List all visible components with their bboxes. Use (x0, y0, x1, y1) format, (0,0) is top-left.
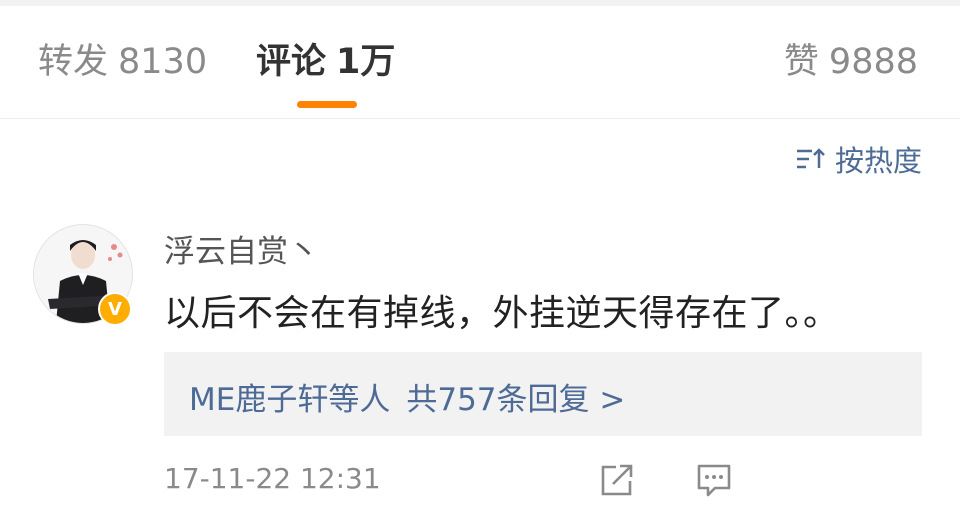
tab-comment-label: 评论 (256, 42, 327, 82)
share-button[interactable] (598, 462, 636, 502)
sort-icon (796, 148, 825, 169)
sort-by-hot-button[interactable]: 按热度 (795, 140, 922, 178)
comment-username[interactable]: 浮云自赏丶 (164, 226, 319, 271)
tab-comment[interactable]: 评论 1万 (256, 40, 395, 84)
tab-forward[interactable]: 转发 8130 (38, 40, 207, 84)
comment-timestamp: 17-11-22 12:31 (164, 462, 381, 495)
replies-users: ME鹿子轩等人 (189, 382, 391, 418)
replies-link[interactable]: ME鹿子轩等人 共757条回复 > (189, 374, 625, 419)
replies-box[interactable]: ME鹿子轩等人 共757条回复 > (164, 352, 922, 436)
tab-comment-count: 1万 (336, 42, 396, 82)
comment-icon (697, 464, 731, 497)
tab-forward-label: 转发 (38, 42, 109, 82)
tab-like-label: 赞 (783, 42, 819, 82)
tab-like[interactable]: 赞 9888 (784, 40, 918, 84)
replies-summary: 共757条回复 > (406, 382, 626, 418)
tab-like-count: 9888 (828, 42, 918, 82)
sort-label: 按热度 (834, 144, 922, 178)
reply-button[interactable] (695, 462, 733, 502)
active-tab-indicator (297, 101, 357, 108)
tab-bar: 转发 8130 评论 1万 赞 9888 (0, 6, 960, 119)
share-icon (601, 464, 633, 496)
tab-forward-count: 8130 (118, 42, 208, 82)
verified-badge-icon: V (98, 292, 132, 326)
comment-text: 以后不会在有掉线，外挂逆天得存在了。。 (164, 293, 840, 334)
